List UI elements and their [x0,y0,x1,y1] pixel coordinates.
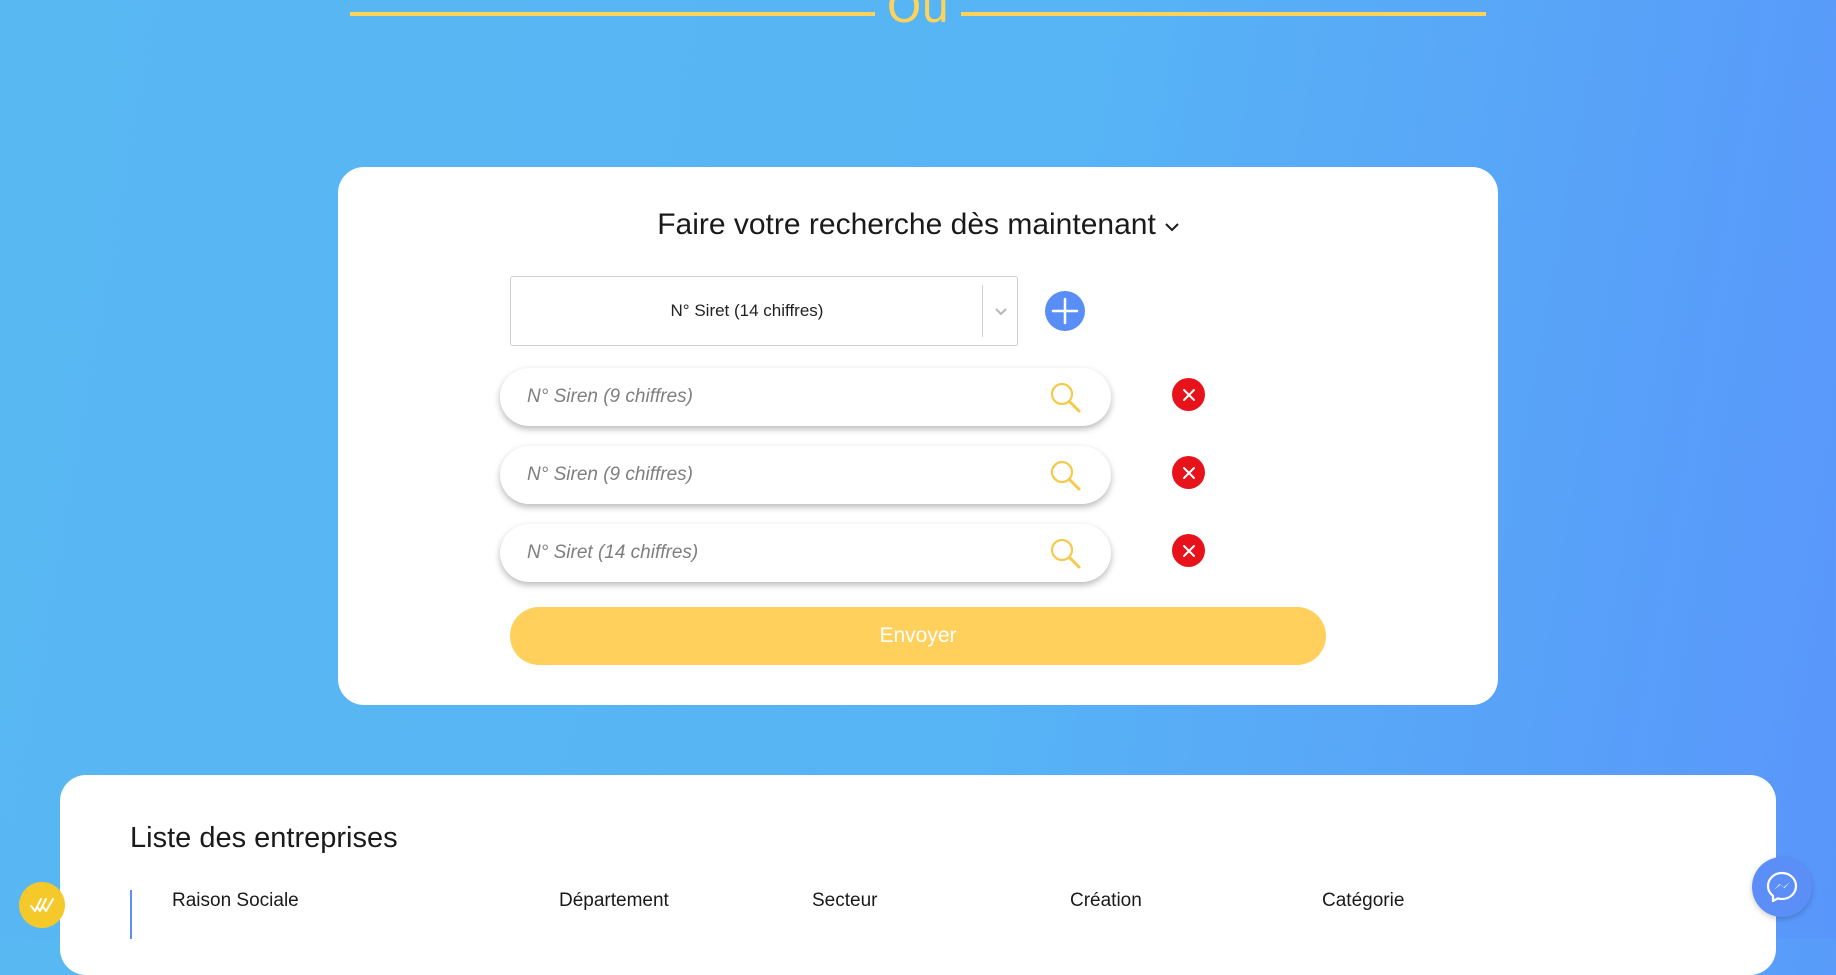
company-list-title: Liste des entreprises [130,822,398,854]
siren-field-2[interactable]: N° Siren (9 chiffres) [500,446,1111,504]
remove-field-1-button[interactable] [1172,378,1205,411]
search-icon[interactable] [1048,458,1082,492]
close-icon [1182,388,1195,401]
search-icon[interactable] [1048,380,1082,414]
column-header-raison-sociale[interactable]: Raison Sociale [172,890,299,912]
siren-field-1[interactable]: N° Siren (9 chiffres) [500,368,1111,426]
siret-field-3-placeholder: N° Siret (14 chiffres) [527,542,699,563]
divider-line-left [350,12,875,16]
accessibility-icon [30,898,54,912]
divider-text: Ou [886,0,950,33]
chevron-down-icon [1160,216,1179,236]
column-header-departement[interactable]: Département [559,890,669,912]
siret-field-3[interactable]: N° Siret (14 chiffres) [500,524,1111,582]
search-icon[interactable] [1048,536,1082,570]
messenger-icon [1766,871,1798,903]
divider-line-right [961,12,1486,16]
search-heading[interactable]: Faire votre recherche dès maintenant [0,205,1836,246]
plus-icon [1051,297,1079,325]
siren-field-1-placeholder: N° Siren (9 chiffres) [527,386,693,407]
column-header-secteur[interactable]: Secteur [812,890,877,912]
column-active-indicator [130,890,132,939]
close-icon [1182,466,1195,479]
messenger-chat-button[interactable] [1752,857,1812,917]
add-field-button[interactable] [1045,291,1085,331]
company-list-card [60,775,1776,975]
accessibility-button[interactable] [19,882,65,928]
column-header-creation[interactable]: Création [1070,890,1142,912]
chevron-down-icon [983,277,1019,345]
remove-field-2-button[interactable] [1172,456,1205,489]
search-type-select-value: N° Siret (14 chiffres) [670,301,824,320]
submit-button[interactable]: Envoyer [510,607,1326,665]
column-header-categorie[interactable]: Catégorie [1322,890,1404,912]
siren-field-2-placeholder: N° Siren (9 chiffres) [527,464,693,485]
search-heading-text: Faire votre recherche dès maintenant [657,208,1156,241]
search-type-select[interactable]: N° Siret (14 chiffres) [510,276,1018,346]
close-icon [1182,544,1195,557]
remove-field-3-button[interactable] [1172,534,1205,567]
